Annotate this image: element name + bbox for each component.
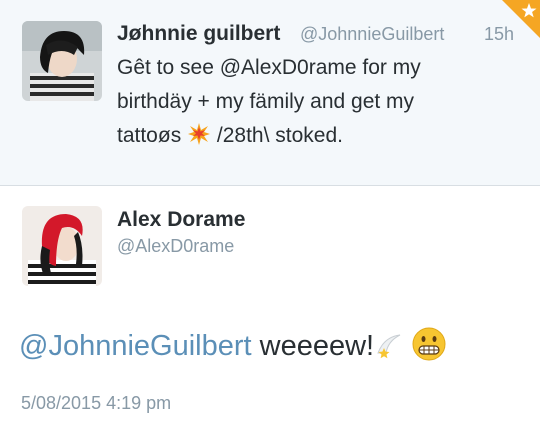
dizzy-icon <box>377 334 401 359</box>
avatar[interactable] <box>22 206 102 286</box>
reply-message: weeeew! <box>259 330 375 362</box>
tweet-timestamp[interactable]: 5/08/2015 4:19 pm <box>21 393 171 414</box>
reply-author-handle[interactable]: @AlexD0rame <box>117 236 234 257</box>
tweet-text-line: tattoøs /28th\ stoked. <box>117 119 421 153</box>
alex-avatar-image <box>22 206 102 286</box>
mention-link[interactable]: @JohnnieGuilbert <box>19 330 252 362</box>
reply-text: @JohnnieGuilbert weeeew! <box>19 327 446 363</box>
tweet-text-segment: /28th\ stoked. <box>216 124 343 147</box>
tweet-text-line: Gêt to see @AlexD0rame for my <box>117 56 421 79</box>
collision-icon <box>188 123 211 145</box>
reply-author-display-name[interactable]: Alex Dorame <box>117 208 245 232</box>
tweet-text-line: birthdäy + my fämily and get my <box>117 90 415 113</box>
tweet-text: Gêt to see @AlexD0rame for my birthdäy +… <box>117 51 421 153</box>
author-display-name[interactable]: Jøhnnie guilbert <box>117 22 280 46</box>
tweet-thread-view: Jøhnnie guilbert @JohnnieGuilbert 15h Gê… <box>0 0 540 426</box>
favorited-star-icon[interactable] <box>502 0 540 38</box>
grimacing-face-icon <box>412 327 446 361</box>
tweet-text-segment: tattoøs <box>117 124 182 147</box>
avatar[interactable] <box>22 21 102 101</box>
author-handle[interactable]: @JohnnieGuilbert <box>300 24 444 45</box>
original-tweet[interactable]: Jøhnnie guilbert @JohnnieGuilbert 15h Gê… <box>0 0 540 186</box>
johnnie-avatar-image <box>22 21 102 101</box>
